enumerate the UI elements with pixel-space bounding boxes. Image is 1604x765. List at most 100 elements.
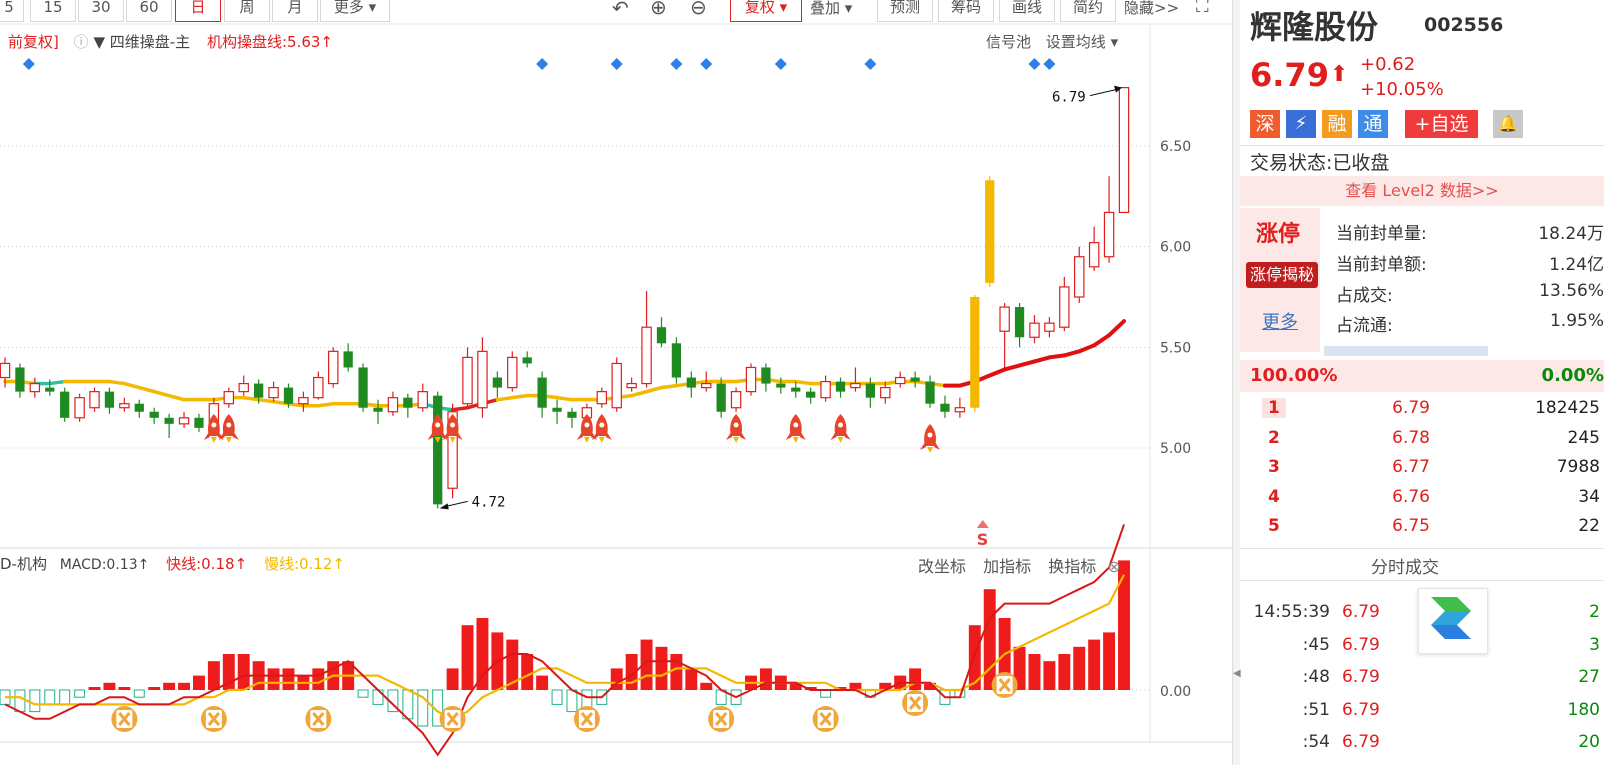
candle-body xyxy=(865,383,875,398)
macd-bar xyxy=(461,625,474,690)
float-value: 1.95% xyxy=(1549,311,1604,331)
candle-body xyxy=(567,411,577,418)
diamond-signal-icon xyxy=(670,58,683,70)
x-signal-icon xyxy=(708,706,735,732)
candle-body xyxy=(835,381,846,392)
fuquan-tag[interactable]: 前复权] xyxy=(8,33,59,51)
macd-bar xyxy=(566,689,578,713)
candle-body xyxy=(507,356,518,389)
x-signal-icon xyxy=(991,672,1018,698)
period-30[interactable]: 30 xyxy=(78,0,124,22)
panel-splitter[interactable]: ◀ xyxy=(1232,0,1241,765)
period-60[interactable]: 60 xyxy=(126,0,172,22)
rocket-signal-icon xyxy=(920,424,941,453)
candle-body xyxy=(298,397,309,405)
period-5[interactable]: 5 xyxy=(0,0,24,22)
macd-bar xyxy=(983,589,996,690)
sub-indicator-name[interactable]: D-机构 xyxy=(0,555,47,573)
candle-body xyxy=(104,391,115,408)
more-dropdown[interactable]: 更多 ▾ xyxy=(320,0,390,22)
zoom-out-icon[interactable]: ⊖ xyxy=(690,0,707,19)
indicator-name[interactable]: 四维操盘-主 xyxy=(110,33,190,51)
book-price: 6.79 xyxy=(1392,398,1430,418)
candle-body xyxy=(894,376,906,385)
candle-body xyxy=(641,326,652,385)
hide-button[interactable]: 隐藏>> xyxy=(1124,0,1179,21)
zoom-in-icon[interactable]: ⊕ xyxy=(650,0,667,19)
inst-line-segment xyxy=(48,379,67,386)
fast-line-value: 快线:0.18↑ xyxy=(166,555,248,573)
period-toolbar: 5 15 30 60 日 周 月 更多 ▾ ↶ ⊕ ⊖ 复权 ▾ 叠加 ▾ 预测… xyxy=(0,0,1232,24)
tag-tong[interactable]: 通 xyxy=(1358,110,1388,138)
order-book-row[interactable]: 3 6.77 7988 xyxy=(1240,455,1604,483)
order-book-row[interactable]: 2 6.78 245 xyxy=(1240,426,1604,454)
inst-line-segment xyxy=(1092,333,1112,348)
more-link[interactable]: 更多 xyxy=(1262,308,1298,334)
candle-body xyxy=(1029,322,1040,338)
kline-chart[interactable]: 6.50 6.00 5.50 5.00 6.79 4.72 S 0.00 xyxy=(0,0,1232,765)
overlay-dropdown[interactable]: 叠加 ▾ xyxy=(810,0,852,21)
candle-body xyxy=(1103,211,1115,258)
rocket-signal-icon xyxy=(785,414,806,443)
limit-up-secret-button[interactable]: 涨停揭秘 xyxy=(1246,262,1318,288)
order-book-row[interactable]: 4 6.76 34 xyxy=(1240,485,1604,513)
fullscreen-icon[interactable]: ⛶ xyxy=(1196,0,1209,17)
candle-body xyxy=(806,391,816,398)
turnover-label: 占成交: xyxy=(1336,286,1393,306)
candle-body xyxy=(149,411,159,418)
draw-button[interactable]: 画线 xyxy=(999,0,1055,22)
tag-shen[interactable]: 深 xyxy=(1250,110,1280,138)
book-price: 6.78 xyxy=(1392,427,1430,448)
inst-line-segment xyxy=(987,367,1007,378)
trade-status: 交易状态:已收盘 xyxy=(1250,148,1389,175)
chips-button[interactable]: 筹码 xyxy=(938,0,994,22)
main-chart-actions: 信号池 设置均线 ▾ xyxy=(986,31,1118,52)
macd-bar xyxy=(88,687,101,690)
candle-body xyxy=(134,403,144,412)
candle-body xyxy=(537,377,547,408)
simple-button[interactable]: 简约 xyxy=(1060,0,1116,22)
candle-body xyxy=(671,343,682,378)
macd-bar xyxy=(178,682,191,690)
indicator-dropdown-icon[interactable]: ▼ xyxy=(93,33,105,51)
order-book-row[interactable]: 5 6.75 22 xyxy=(1240,514,1604,542)
undo-icon[interactable]: ↶ xyxy=(612,0,629,20)
macd-bar xyxy=(267,668,280,690)
tick-price: 6.79 xyxy=(1342,634,1380,655)
period-15[interactable]: 15 xyxy=(30,0,76,22)
macd-bar xyxy=(14,689,26,713)
switch-indicator-button[interactable]: 换指标 xyxy=(1048,557,1096,576)
tick-time: 14:55:39 xyxy=(1253,602,1330,622)
candle-body xyxy=(29,382,41,393)
period-month[interactable]: 月 xyxy=(272,0,318,22)
candle-body xyxy=(60,391,70,418)
sell-marker-icon xyxy=(976,520,989,528)
macd-bar xyxy=(759,668,772,690)
fuquan-dropdown[interactable]: 复权 ▾ xyxy=(730,0,802,22)
x-signal-icon xyxy=(111,706,138,732)
app-logo-icon[interactable] xyxy=(1418,588,1488,654)
add-watchlist-button[interactable]: +自选 xyxy=(1405,110,1478,138)
candle-body xyxy=(1088,242,1100,268)
set-ma-button[interactable]: 设置均线 xyxy=(1046,33,1106,51)
forecast-button[interactable]: 预测 xyxy=(877,0,933,22)
candle-body xyxy=(462,356,473,405)
y-tick-label: 6.00 xyxy=(1160,240,1191,256)
change-coord-button[interactable]: 改坐标 xyxy=(918,557,966,576)
tag-rong[interactable]: 融 xyxy=(1322,110,1352,138)
period-week[interactable]: 周 xyxy=(224,0,270,22)
set-ma-dropdown-icon[interactable]: ▾ xyxy=(1111,33,1119,51)
inst-line-segment xyxy=(644,385,664,394)
level2-link[interactable]: 查看 Level2 数据>> xyxy=(1240,176,1604,206)
help-icon[interactable]: ⓘ xyxy=(74,33,89,51)
period-day[interactable]: 日 xyxy=(175,0,221,22)
lightning-icon[interactable]: ⚡ xyxy=(1286,110,1316,138)
signal-pool-button[interactable]: 信号池 xyxy=(986,33,1031,51)
alert-bell-icon[interactable]: 🔔 xyxy=(1493,110,1523,138)
candle-body xyxy=(701,382,712,389)
add-indicator-button[interactable]: 加指标 xyxy=(983,557,1031,576)
close-icon[interactable]: ⊗ xyxy=(1107,557,1120,576)
candle-body xyxy=(343,351,353,368)
candle-body xyxy=(89,391,100,409)
order-book-row[interactable]: 1 6.79 182425 xyxy=(1240,396,1604,424)
